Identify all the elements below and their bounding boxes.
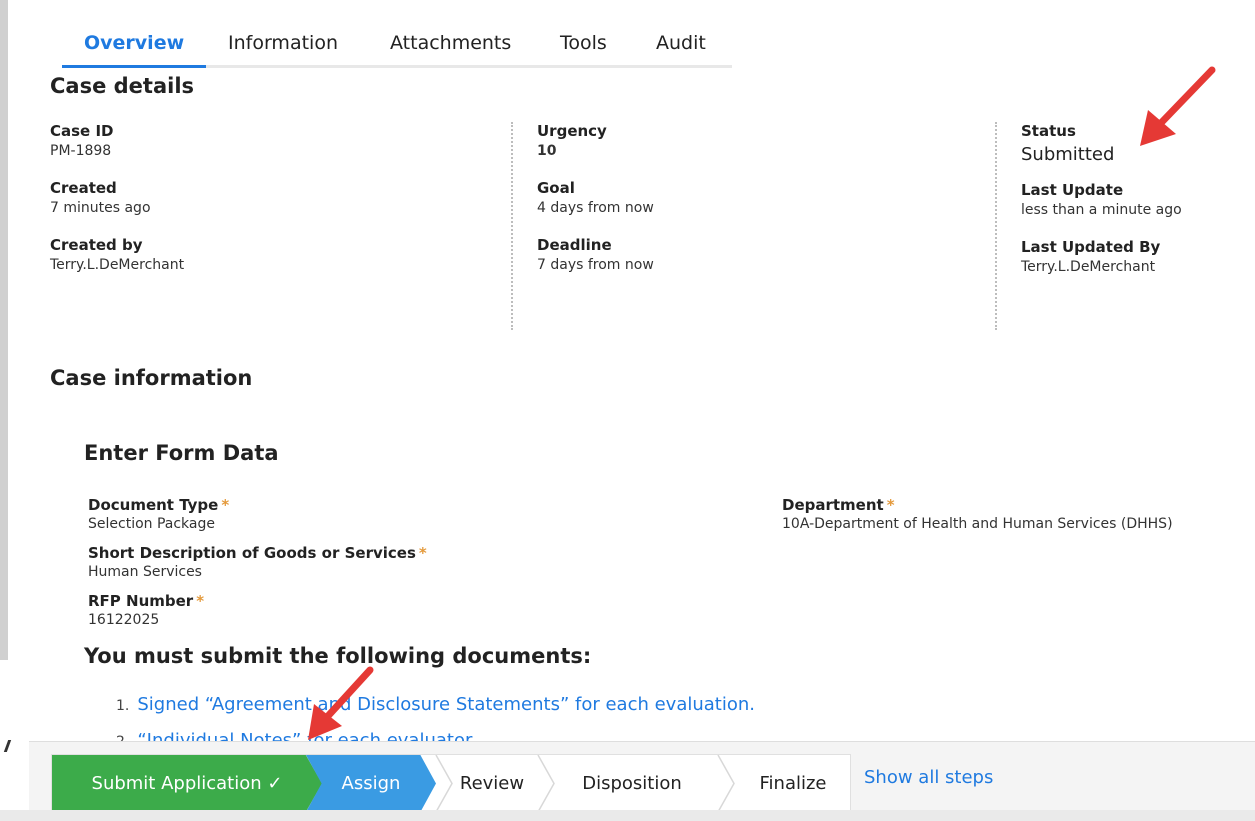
case-details-column-2: Urgency 10 Goal 4 days from now Deadline… — [511, 122, 981, 330]
status-field: Status Submitted — [1021, 122, 1245, 165]
last-update-label: Last Update — [1021, 181, 1124, 199]
urgency-label: Urgency — [537, 122, 607, 140]
stage-separator-icon — [435, 755, 453, 812]
case-tabs: Overview Information Attachments Tools A… — [62, 28, 732, 68]
bottom-edge — [0, 810, 1255, 821]
last-updated-by-label: Last Updated By — [1021, 238, 1161, 256]
deadline-label: Deadline — [537, 236, 612, 254]
stage-submit-application[interactable]: Submit Application ✓ — [52, 755, 322, 812]
rfp-number-value: 16122025 — [88, 612, 160, 628]
created-label: Created — [50, 179, 117, 197]
case-id-field: Case ID PM-1898 — [50, 122, 490, 159]
status-value: Submitted — [1021, 144, 1115, 165]
enter-form-data-title: Enter Form Data — [84, 441, 279, 465]
status-label: Status — [1021, 122, 1076, 140]
case-details-column-1: Case ID PM-1898 Created 7 minutes ago Cr… — [50, 122, 490, 330]
created-field: Created 7 minutes ago — [50, 179, 490, 216]
department-field: Department * 10A-Department of Health and… — [782, 496, 1173, 532]
case-id-value: PM-1898 — [50, 143, 112, 159]
stage-bar: Submit Application ✓ Assign Review Dispo… — [29, 741, 1255, 812]
created-by-label: Created by — [50, 236, 143, 254]
stage-finalize[interactable]: Finalize — [737, 755, 849, 812]
stage-disposition[interactable]: Disposition — [557, 755, 707, 812]
tab-audit[interactable]: Audit — [634, 28, 724, 68]
urgency-field: Urgency 10 — [537, 122, 981, 159]
case-id-label: Case ID — [50, 122, 114, 140]
list-item[interactable]: 1. Signed “Agreement and Disclosure State… — [116, 692, 755, 728]
department-label: Department * — [782, 496, 895, 514]
required-asterisk-icon: * — [886, 496, 895, 514]
tab-information[interactable]: Information — [206, 28, 368, 68]
document-type-label: Document Type * — [88, 496, 230, 514]
document-type-value: Selection Package — [88, 516, 215, 532]
last-updated-by-value: Terry.L.DeMerchant — [1021, 259, 1156, 275]
stage-assign[interactable]: Assign — [306, 755, 436, 812]
short-description-label: Short Description of Goods or Services * — [88, 544, 427, 562]
case-details-column-3: Status Submitted Last Update less than a… — [995, 122, 1245, 330]
list-item-number: 1. — [116, 698, 130, 714]
document-type-field: Document Type * Selection Package — [88, 496, 229, 532]
deadline-field: Deadline 7 days from now — [537, 236, 981, 273]
created-by-field: Created by Terry.L.DeMerchant — [50, 236, 490, 273]
deadline-value: 7 days from now — [537, 257, 654, 273]
show-all-steps-link[interactable]: Show all steps — [864, 767, 993, 788]
rfp-number-field: RFP Number * 16122025 — [88, 592, 204, 628]
case-information-title: Case information — [50, 366, 253, 390]
left-edge-marker — [3, 740, 12, 752]
short-description-field: Short Description of Goods or Services * … — [88, 544, 427, 580]
created-value: 7 minutes ago — [50, 200, 151, 216]
short-description-value: Human Services — [88, 564, 202, 580]
stage-separator-icon — [537, 755, 555, 812]
document-link[interactable]: Signed “Agreement and Disclosure Stateme… — [137, 694, 755, 715]
required-asterisk-icon: * — [418, 544, 427, 562]
stage-separator-icon — [717, 755, 735, 812]
goal-value: 4 days from now — [537, 200, 654, 216]
tab-overview[interactable]: Overview — [62, 28, 206, 68]
last-update-field: Last Update less than a minute ago — [1021, 181, 1245, 218]
tab-tools[interactable]: Tools — [538, 28, 634, 68]
department-value: 10A-Department of Health and Human Servi… — [782, 516, 1173, 532]
required-asterisk-icon: * — [196, 592, 205, 610]
documents-title: You must submit the following documents: — [84, 644, 592, 668]
goal-field: Goal 4 days from now — [537, 179, 981, 216]
created-by-value: Terry.L.DeMerchant — [50, 257, 185, 273]
case-details-title: Case details — [50, 74, 195, 98]
stage-chevrons: Submit Application ✓ Assign Review Dispo… — [51, 754, 851, 812]
urgency-value: 10 — [537, 143, 557, 159]
left-scroll-rail — [0, 0, 8, 660]
required-asterisk-icon: * — [221, 496, 230, 514]
rfp-number-label: RFP Number * — [88, 592, 205, 610]
tab-attachments[interactable]: Attachments — [368, 28, 538, 68]
last-update-value: less than a minute ago — [1021, 202, 1182, 218]
goal-label: Goal — [537, 179, 575, 197]
last-updated-by-field: Last Updated By Terry.L.DeMerchant — [1021, 238, 1245, 275]
stage-review[interactable]: Review — [442, 755, 542, 812]
